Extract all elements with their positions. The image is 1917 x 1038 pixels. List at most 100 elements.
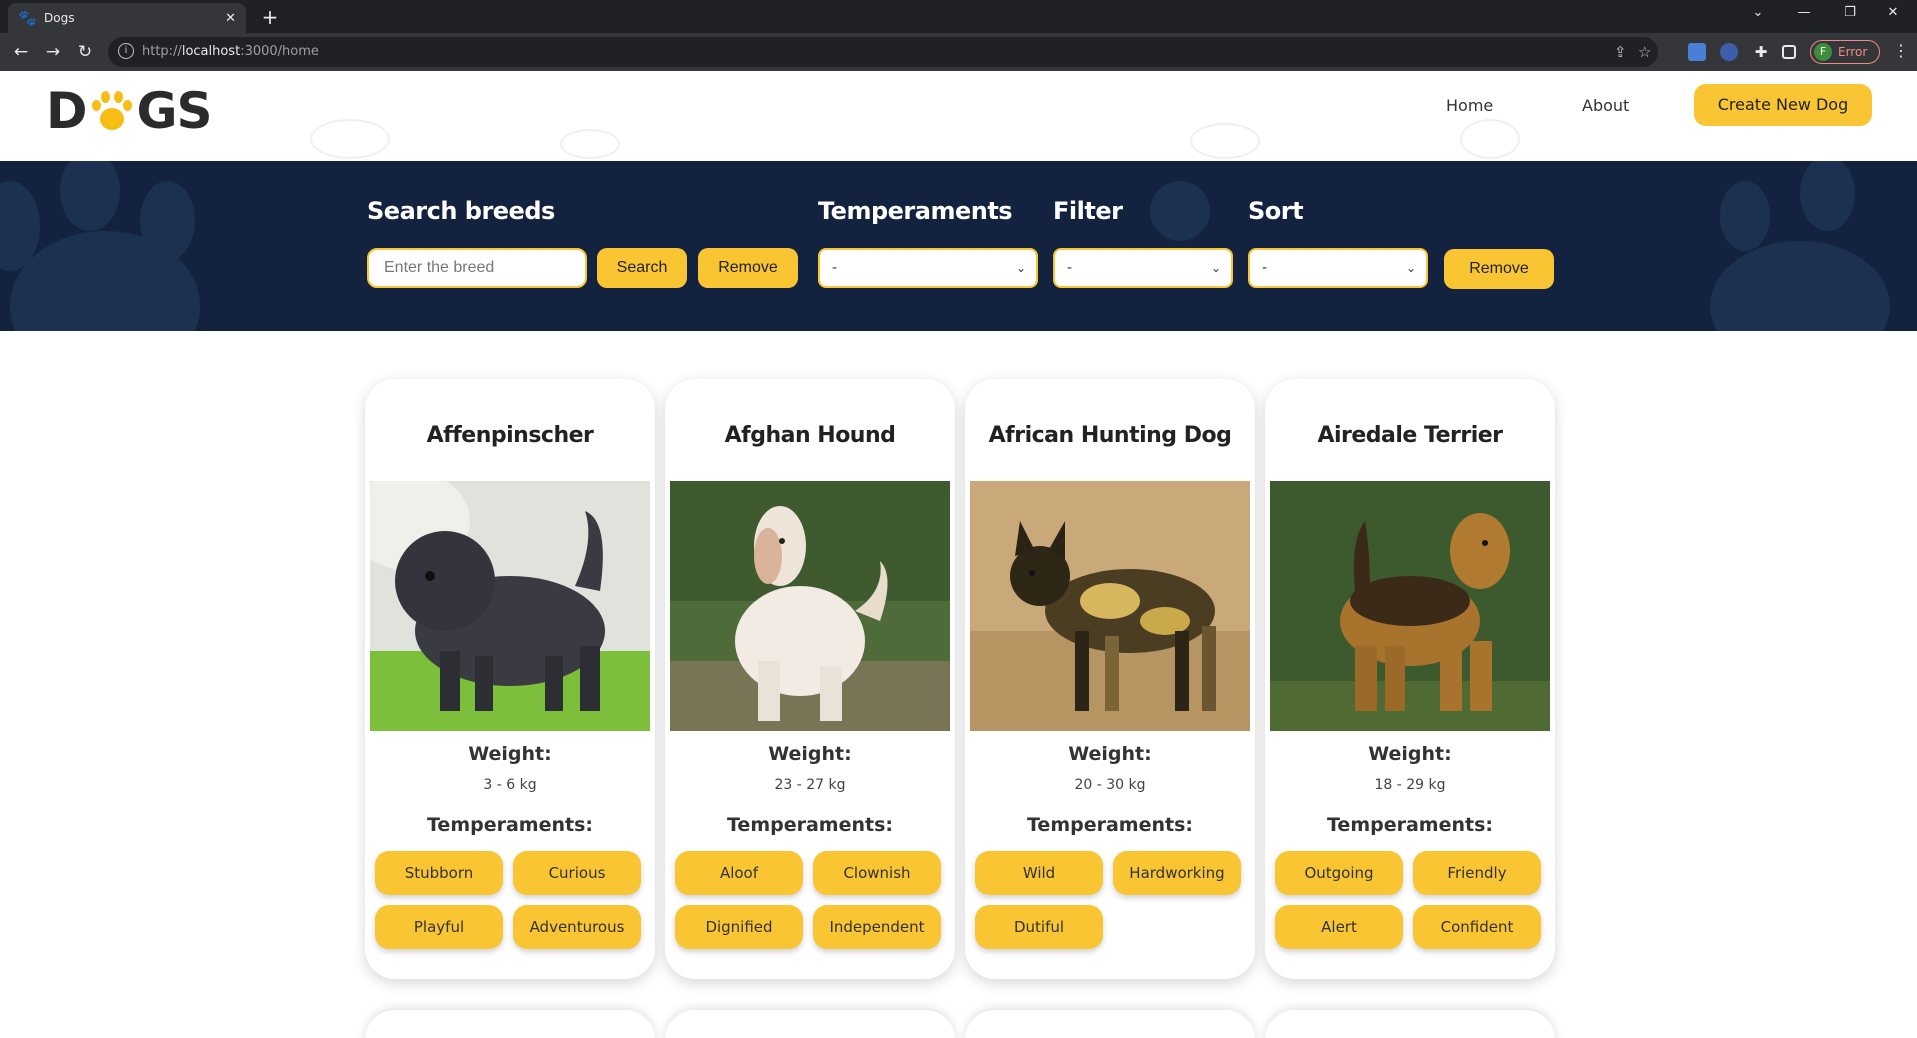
tab-search-chevron-icon[interactable]: ⌄ [1738,5,1778,20]
search-input[interactable] [367,248,587,288]
temperaments-heading: Temperaments: [1327,814,1493,836]
temperament-chip: Alert [1275,905,1403,949]
dog-name: Affenpinscher [426,423,594,448]
paw-favicon-icon: 🐾 [18,9,37,27]
remove-filters-button[interactable]: Remove [1444,249,1554,289]
share-icon[interactable]: ⇪ [1614,43,1627,61]
dog-card-partial[interactable] [965,1010,1255,1038]
background-paw-decoration [140,181,195,261]
remove-search-button[interactable]: Remove [698,248,798,288]
search-button[interactable]: Search [597,248,687,288]
restore-button[interactable]: ❐ [1830,5,1870,20]
sort-label: Sort [1248,197,1304,225]
back-button[interactable]: ← [10,41,32,63]
background-paw-decoration [1150,181,1210,241]
weight-label: Weight: [1368,743,1452,765]
header-decoration [1460,119,1520,159]
background-paw-decoration [1710,241,1890,331]
logo-letters-gs: GS [136,82,213,140]
temperament-chip: Dignified [675,905,803,949]
temperaments-select-value: - [832,260,838,276]
header-decoration [310,119,390,159]
background-paw-decoration [1800,161,1855,231]
chevron-down-icon: ⌄ [1210,261,1221,275]
site-logo[interactable]: D GS [46,81,213,141]
temperament-chip: Confident [1413,905,1541,949]
dog-image [370,481,650,731]
chevron-down-icon: ⌄ [1015,261,1026,275]
temperament-chip: Playful [375,905,503,949]
temperament-chip: Adventurous [513,905,641,949]
weight-value: 3 - 6 kg [483,777,537,793]
search-breeds-label: Search breeds [367,197,555,225]
browser-tabbar: 🐾 Dogs ✕ + ⌄ — ❐ ✕ [0,0,1917,33]
nav-home-link[interactable]: Home [1446,96,1493,115]
sidepanel-icon[interactable] [1782,45,1796,59]
dog-image [1270,481,1550,731]
temperaments-select[interactable]: - ⌄ [818,248,1038,288]
filter-label: Filter [1053,197,1123,225]
header-decoration [560,129,620,159]
background-paw-decoration [60,161,120,231]
minimize-button[interactable]: — [1784,5,1824,20]
dog-name: African Hunting Dog [988,423,1232,448]
temperaments-label: Temperaments [818,197,1013,225]
temperament-chip: Aloof [675,851,803,895]
dog-card[interactable]: Affenpinscher Weight: 3 - 6 kg Temperame… [365,379,655,979]
temperament-chip: Curious [513,851,641,895]
site-header: D GS Home About Create New Dog [0,71,1917,161]
dog-image [670,481,950,731]
dog-name: Afghan Hound [724,423,896,448]
dog-card-partial[interactable] [1265,1010,1555,1038]
dog-card-partial[interactable] [365,1010,655,1038]
sort-select-value: - [1262,260,1268,276]
chevron-down-icon: ⌄ [1405,261,1416,275]
close-window-button[interactable]: ✕ [1873,5,1913,20]
close-tab-icon[interactable]: ✕ [225,11,236,26]
browser-menu-icon[interactable]: ⋮ [1893,41,1909,60]
temperament-chip: Dutiful [975,905,1103,949]
weight-value: 18 - 29 kg [1374,777,1446,793]
weight-value: 20 - 30 kg [1074,777,1146,793]
profile-button[interactable]: F Error [1810,40,1880,64]
nav-about-link[interactable]: About [1582,96,1629,115]
address-bar[interactable]: i http://localhost:3000/home ⇪ ☆ [108,37,1658,67]
temperament-chip: Friendly [1413,851,1541,895]
sort-select[interactable]: - ⌄ [1248,248,1428,288]
weight-label: Weight: [468,743,552,765]
filter-select-value: - [1067,260,1073,276]
bookmark-star-icon[interactable]: ☆ [1638,43,1651,61]
background-paw-decoration [1720,181,1770,251]
url-text: http://localhost:3000/home [142,44,319,59]
header-decoration [1190,123,1260,159]
site-info-icon[interactable]: i [118,43,134,59]
temperament-chip: Clownish [813,851,941,895]
dog-card-partial[interactable] [665,1010,955,1038]
create-new-dog-button[interactable]: Create New Dog [1694,84,1872,126]
extension-icon[interactable] [1720,43,1738,61]
search-filter-bar: Search breeds Search Remove Temperaments… [0,161,1917,331]
dog-name: Airedale Terrier [1317,423,1503,448]
dog-image [970,481,1250,731]
temperament-chip: Outgoing [1275,851,1403,895]
browser-tab[interactable]: 🐾 Dogs ✕ [8,3,246,33]
logo-letter-d: D [46,82,88,140]
new-tab-button[interactable]: + [256,5,284,29]
temperament-chip: Wild [975,851,1103,895]
weight-label: Weight: [768,743,852,765]
temperament-chip: Hardworking [1113,851,1241,895]
temperaments-heading: Temperaments: [427,814,593,836]
browser-toolbar: ← → ↻ i http://localhost:3000/home ⇪ ☆ ✚… [0,33,1917,71]
tab-title: Dogs [44,11,75,25]
dog-card[interactable]: African Hunting Dog Weight: 20 - 30 kg T… [965,379,1255,979]
reload-button[interactable]: ↻ [74,41,96,63]
filter-select[interactable]: - ⌄ [1053,248,1233,288]
puzzle-extensions-icon[interactable]: ✚ [1752,43,1770,61]
dog-card[interactable]: Airedale Terrier Weight: 18 - 29 kg Temp… [1265,379,1555,979]
weight-label: Weight: [1068,743,1152,765]
temperaments-heading: Temperaments: [727,814,893,836]
temperaments-heading: Temperaments: [1027,814,1193,836]
forward-button[interactable]: → [42,41,64,63]
translate-extension-icon[interactable] [1688,43,1706,61]
dog-card[interactable]: Afghan Hound Weight: 23 - 27 kg Temperam… [665,379,955,979]
